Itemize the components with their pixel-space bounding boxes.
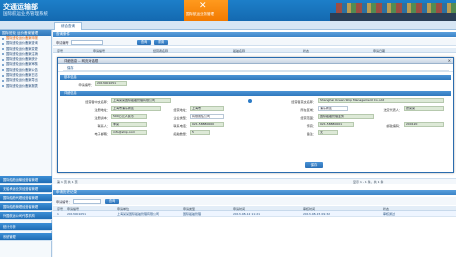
sidebar: 国际班轮 运价备案管理 国际班轮运价备案申报 国际班轮运价备案查询 国际班轮运价…	[0, 30, 52, 257]
reg-addr-label: 注册地址：	[94, 108, 110, 112]
tab-strip: 综合查询	[0, 21, 456, 30]
module-tab-label: 国际航运业务管理	[186, 12, 214, 16]
sidebar-group[interactable]: 系统管理	[0, 233, 52, 241]
filter-label: 申请编号	[56, 41, 69, 45]
col-header: 审核时间	[303, 206, 316, 211]
cell: 1	[57, 212, 59, 216]
sidebar-group[interactable]: 国际船舶管理经营者管理	[0, 203, 52, 211]
dialog-toolbar: 保存	[58, 64, 453, 72]
office-addr-label: 经营地址：	[173, 108, 189, 112]
remark-label: 备注：	[306, 132, 316, 136]
app-subtitle: 国际航运业务管理系统	[3, 12, 48, 17]
cell: 审核通过	[383, 212, 396, 216]
history-apply-no-input[interactable]	[73, 198, 101, 204]
cell: 上海某某国际船舶管理有限公司	[117, 212, 160, 216]
history-filter-bar: 申请编号： 查询	[53, 197, 456, 205]
col-header: 状态	[383, 206, 390, 211]
cell-link[interactable]: 2013001051	[67, 212, 86, 216]
section-detail: 详细信息	[60, 91, 451, 96]
sidebar-group[interactable]: 国际船舶运输经营者管理	[0, 176, 52, 184]
phone-field[interactable]: 021-58880000	[190, 122, 224, 127]
col-header: 状态	[303, 48, 310, 53]
contact-field[interactable]: 李某	[111, 122, 147, 127]
scope-label: 经营范围：	[300, 116, 316, 120]
compass-icon: ✕	[199, 1, 207, 11]
col-header: 申请编号	[93, 48, 106, 53]
type-field[interactable]: 有限责任公司	[190, 114, 224, 119]
email-field[interactable]: info@ship.com	[111, 130, 147, 135]
col-header: 船舶名称	[233, 48, 246, 53]
banner-ship-hull	[330, 13, 456, 21]
apply-no-input[interactable]	[71, 39, 103, 45]
col-header: 申请时间	[233, 206, 246, 211]
ships-field[interactable]: 5	[190, 130, 210, 135]
company-cn-field[interactable]: 上海某某国际船舶管理有限公司	[111, 98, 171, 103]
apply-no-field[interactable]: 2013001051	[95, 81, 127, 86]
post-field[interactable]: 200120	[404, 122, 444, 127]
cell: 国际船舶管理	[183, 212, 202, 216]
module-tab-active[interactable]: ✕ 国际航运业务管理	[184, 0, 228, 21]
list-header: 序号 申请编号 经营者名称 船舶名称 状态 申请日期	[53, 48, 456, 53]
section-basic: 基本信息	[60, 75, 451, 80]
type-label: 企业类型：	[173, 116, 189, 120]
sidebar-group[interactable]: 外国航运公司代表机构	[0, 212, 52, 220]
office-addr-field[interactable]: 上海市	[190, 106, 224, 111]
col-header: 序号	[57, 206, 64, 211]
ships-label: 船舶数量：	[173, 132, 189, 136]
col-header: 申请类型	[183, 206, 196, 211]
app-header: 交通运输部 国际航运业务管理系统 ✕ 国际航运业务管理	[0, 0, 456, 21]
tab-overview[interactable]: 综合查询	[54, 22, 82, 30]
sidebar-group[interactable]: 国际船舶代理经营者管理	[0, 194, 52, 202]
history-panel-title: 申请历史记录	[53, 190, 456, 195]
reg-addr-field[interactable]: 上海市浦东新区	[111, 106, 161, 111]
legal-label: 法定代表人：	[383, 108, 402, 112]
cell: 2013-08-15 09:32	[303, 212, 331, 216]
query-panel-title: 查询条件	[53, 32, 456, 37]
company-en-field[interactable]: Shanghai Ocean Ship Management Co.,Ltd	[318, 98, 444, 103]
fax-label: 传真：	[306, 124, 316, 128]
toolbar-divider	[63, 70, 449, 71]
col-header: 申请编号	[67, 206, 80, 211]
post-label: 邮政编码：	[386, 124, 402, 128]
area-label: 所在区域：	[300, 108, 316, 112]
lookup-icon[interactable]	[248, 98, 252, 103]
reset-button[interactable]: 重置	[154, 39, 168, 45]
capital-field[interactable]: 500万元人民币	[111, 114, 147, 119]
col-header: 申请单位	[117, 206, 130, 211]
email-label: 电子邮箱：	[94, 132, 110, 136]
pager: 第 1 页 共 1 页 显示 1 - 1 条，共 1 条	[53, 178, 456, 184]
history-filter-label: 申请编号：	[56, 200, 72, 204]
fax-field[interactable]: 021-58880001	[318, 122, 354, 127]
history-query-button[interactable]: 查询	[105, 198, 119, 204]
sidebar-group[interactable]: 无船承运业务经营者管理	[0, 185, 52, 193]
legal-field[interactable]: 张某某	[404, 106, 444, 111]
sidebar-group[interactable]: 统计分析	[0, 223, 52, 231]
record-count: 显示 1 - 1 条，共 1 条	[353, 180, 384, 184]
cell: 2013-08-12 11:21	[233, 212, 261, 216]
sidebar-item[interactable]: 国际班轮运价备案报表	[0, 84, 51, 89]
dialog-save-button[interactable]: 保存	[305, 162, 323, 168]
table-row[interactable]: 1 2013001051 上海某某国际船舶管理有限公司 国际船舶管理 2013-…	[53, 211, 456, 217]
detail-dialog: 详细信息 -- 网页对话框 × 保存 基本信息 申请编号： 2013001051…	[57, 57, 454, 173]
capital-label: 注册资本：	[94, 116, 110, 120]
col-header: 序号	[57, 48, 64, 53]
dialog-title: 详细信息 -- 网页对话框	[64, 59, 99, 63]
company-en-label: 经营者英文名称：	[291, 100, 316, 104]
phone-label: 联系电话：	[173, 124, 189, 128]
contact-label: 联系人：	[97, 124, 110, 128]
scope-field[interactable]: 国际船舶管理业务	[318, 114, 374, 119]
apply-no-label: 申请编号：	[78, 83, 94, 87]
company-cn-label: 经营者中文名称：	[85, 100, 110, 104]
page-indicator: 第 1 页 共 1 页	[57, 180, 78, 184]
query-button[interactable]: 查询	[137, 39, 151, 45]
col-header: 经营者名称	[153, 48, 169, 53]
remark-field[interactable]: 无	[318, 130, 338, 135]
col-header: 申请日期	[373, 48, 386, 53]
query-filter-bar: 申请编号 查询 重置	[53, 38, 456, 46]
area-field[interactable]: 浦东新区	[318, 106, 348, 111]
